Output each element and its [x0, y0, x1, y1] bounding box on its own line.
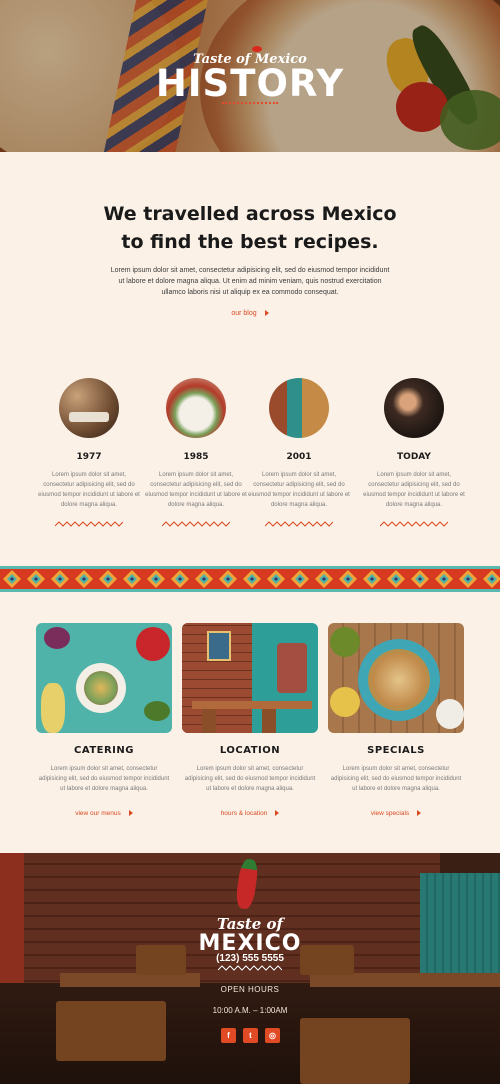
instagram-icon[interactable]: ◎: [265, 1028, 280, 1043]
zigzag-divider-icon: [218, 965, 282, 971]
timeline-year: TODAY: [397, 452, 431, 462]
timeline-text: Lorem ipsum dolor sit amet, consectetur …: [145, 472, 247, 508]
location-image: [182, 623, 318, 733]
facebook-icon[interactable]: f: [221, 1028, 236, 1043]
diamond-pattern-icon: [0, 569, 500, 589]
catering-title: CATERING: [74, 745, 134, 756]
timeline-text: Lorem ipsum dolor sit amet, consectetur …: [38, 472, 140, 508]
timeline-text: Lorem ipsum dolor sit amet, consectetur …: [248, 472, 350, 508]
arrow-right-icon: [417, 810, 422, 817]
catering-text: Lorem ipsum dolor sit amet, consectetur …: [38, 766, 170, 792]
specials-card: SPECIALS Lorem ipsum dolor sit amet, con…: [328, 623, 464, 817]
timeline-item: 2001 Lorem ipsum dolor sit amet, consect…: [247, 378, 351, 533]
timeline-text: Lorem ipsum dolor sit amet, consectetur …: [363, 472, 465, 508]
timeline-year: 2001: [286, 452, 312, 462]
zigzag-divider-icon: [54, 521, 124, 527]
view-specials-label: view specials: [370, 810, 410, 817]
view-specials-link[interactable]: view specials: [328, 810, 464, 817]
location-card: LOCATION Lorem ipsum dolor sit amet, con…: [182, 623, 318, 817]
open-hours-value: 10:00 A.M. – 1:00AM: [212, 1006, 288, 1015]
catering-image: [36, 623, 172, 733]
specials-image: [328, 623, 464, 733]
intro-heading-line2: to find the best recipes.: [121, 231, 379, 253]
decorative-pattern-border: [0, 566, 500, 592]
intro-heading: We travelled across Mexico to find the b…: [0, 200, 500, 256]
chili-icon: [252, 46, 262, 52]
intro-paragraph: Lorem ipsum dolor sit amet, consectetur …: [110, 267, 390, 296]
arrow-right-icon: [275, 810, 280, 817]
specials-title: SPECIALS: [367, 745, 425, 756]
our-blog-link[interactable]: our blog: [200, 310, 300, 317]
hours-location-link[interactable]: hours & location: [182, 810, 318, 817]
arrow-right-icon: [264, 310, 269, 317]
zigzag-divider-icon: [379, 521, 449, 527]
view-menus-link[interactable]: view our menus: [36, 810, 172, 817]
catering-card: CATERING Lorem ipsum dolor sit amet, con…: [36, 623, 172, 817]
timeline-photo: [59, 378, 119, 438]
hero-banner: Taste of Mexico HISTORY: [0, 0, 500, 152]
timeline-year: 1985: [183, 452, 209, 462]
timeline-item: 1985 Lorem ipsum dolor sit amet, consect…: [144, 378, 248, 533]
page-title: HISTORY: [155, 62, 345, 105]
arrow-right-icon: [128, 810, 133, 817]
location-title: LOCATION: [219, 745, 281, 756]
specials-text: Lorem ipsum dolor sit amet, consectetur …: [330, 766, 462, 792]
timeline-photo: [269, 378, 329, 438]
hours-location-label: hours & location: [220, 810, 268, 817]
open-hours-title: OPEN HOURS: [220, 985, 280, 994]
timeline-photo: [384, 378, 444, 438]
intro-heading-line1: We travelled across Mexico: [103, 203, 397, 225]
location-text: Lorem ipsum dolor sit amet, consectetur …: [184, 766, 316, 792]
footer-phone[interactable]: (123) 555 5555: [0, 953, 500, 964]
timeline-item: TODAY Lorem ipsum dolor sit amet, consec…: [362, 378, 466, 533]
twitter-icon[interactable]: t: [243, 1028, 258, 1043]
timeline-item: 1977 Lorem ipsum dolor sit amet, consect…: [37, 378, 141, 533]
our-blog-label: our blog: [231, 310, 257, 317]
footer: Taste of MEXICO (123) 555 5555 OPEN HOUR…: [0, 853, 500, 1084]
title-divider: [222, 102, 278, 106]
zigzag-divider-icon: [161, 521, 231, 527]
zigzag-divider-icon: [264, 521, 334, 527]
timeline-year: 1977: [76, 452, 102, 462]
view-menus-label: view our menus: [75, 810, 121, 817]
timeline-photo: [166, 378, 226, 438]
